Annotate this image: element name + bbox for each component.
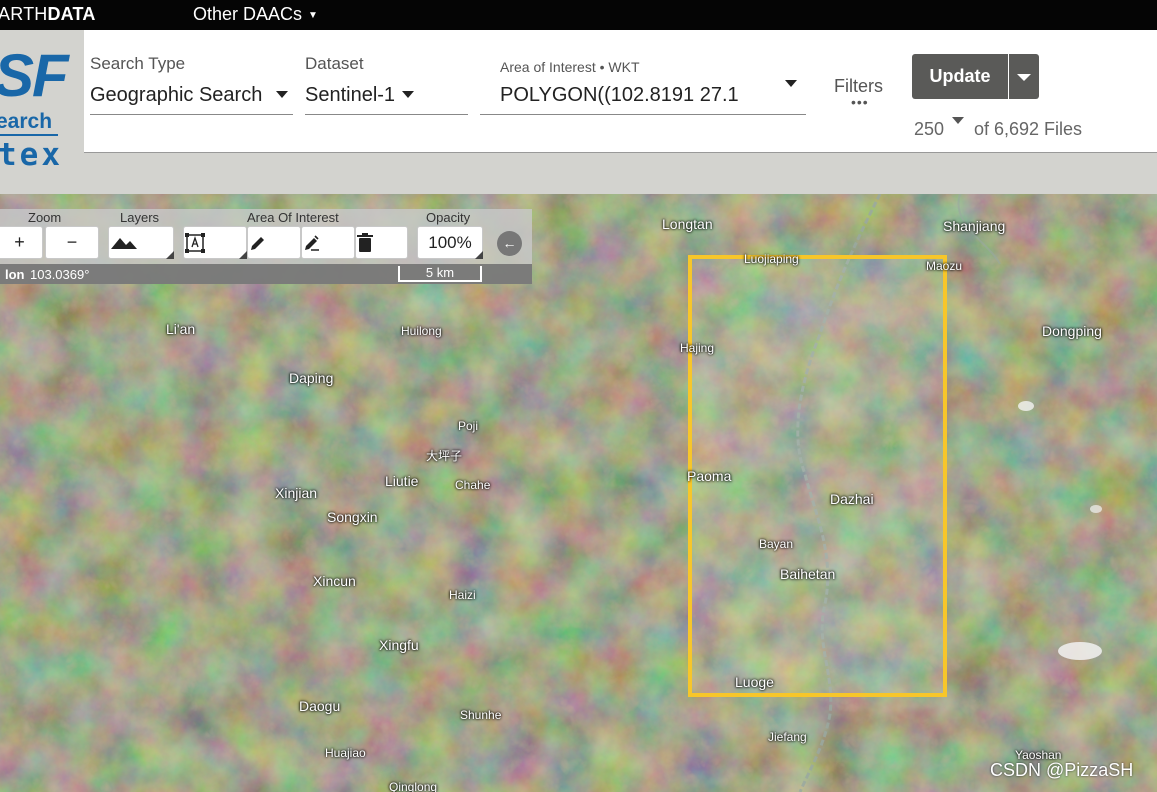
map-place-label: Liutie [385,473,419,489]
area-of-interest-label: Area Of Interest [247,210,339,225]
max-results-select[interactable]: 250 [914,119,944,140]
map-place-label: Qinglong [389,780,438,792]
search-type-label: Search Type [90,54,186,73]
map-place-label: Daping [289,370,334,386]
dropdown-corner-icon [239,251,247,259]
map-place-label: Bayan [759,537,794,551]
aoi-caret-icon[interactable] [785,80,797,87]
map-place-label: Longtan [662,216,713,232]
layers-label: Layers [120,210,160,225]
map-place-label: Li'an [166,321,196,337]
opacity-value: 100% [428,233,472,252]
coordinate-bar: lon 103.0369° 5 km [0,264,532,284]
watermark: CSDN @PizzaSH [990,760,1134,780]
pencil-edit-icon [305,235,319,251]
search-type-caret-icon[interactable] [276,91,288,98]
map-place-label: Dongping [1042,323,1102,339]
map-place-label: Xincun [313,573,356,589]
max-results-caret-icon[interactable] [952,117,964,124]
zoom-in-button[interactable]: + [0,226,43,259]
update-button[interactable]: Update [912,54,1008,99]
dropdown-corner-icon [166,251,174,259]
other-daacs-label: Other DAACs [193,4,303,24]
aoi-wkt-label: Area of Interest • WKT [500,59,640,75]
map-place-label: Huilong [401,324,442,338]
mountains-icon [111,238,137,249]
map-place-label: Baihetan [780,566,836,582]
scale-bar: 5 km [398,266,482,282]
update-dropdown-button[interactable] [1009,54,1039,99]
map-controls: Zoom + − Layers Area Of Interest Opacity… [0,209,532,284]
layers-button[interactable] [108,226,174,259]
aoi-underline [480,114,806,115]
import-aoi-button[interactable] [301,226,355,259]
map-place-label: Huajiao [325,746,366,760]
earthdata-logo[interactable]: ARTHDATA [0,4,96,25]
map-place-label: Luoge [735,674,774,690]
map-place-label: Luojiaping [744,252,799,266]
map-place-label: Maozu [926,259,963,273]
map-place-label: Poji [458,419,479,433]
map-place-label: Dazhai [830,491,874,507]
map-place-label: Shunhe [460,708,502,722]
arrow-left-icon: ← [502,235,517,251]
lon-value: 103.0369° [30,267,90,282]
opacity-button[interactable]: 100% [417,226,483,259]
search-type-underline [90,114,293,115]
more-dots-icon[interactable]: ••• [851,94,869,110]
logo-underline [0,134,58,136]
map-place-label: Haizi [449,588,476,602]
map-place-label: Xingfu [379,637,419,653]
logo-sf-text: SF [0,42,69,109]
vertex-logo[interactable]: SF earch tex [0,30,84,194]
minus-icon: − [66,232,78,252]
earthdata-topbar: ARTHDATA Other DAACs ▼ [0,0,1157,30]
clear-aoi-button[interactable] [355,226,408,259]
bounding-box-icon [185,233,205,253]
opacity-label: Opacity [426,210,471,225]
logo-search-text: earch [0,110,53,133]
map-place-label: Daogu [299,698,341,714]
zoom-label: Zoom [28,210,62,225]
logo-tex-text: tex [0,137,63,173]
draw-box-button[interactable] [183,226,247,259]
earthdata-logo-light: ARTH [0,4,48,24]
search-type-value[interactable]: Geographic Search [90,84,262,107]
collapse-controls-button[interactable]: ← [497,231,522,256]
map-place-label: Paoma [687,468,732,484]
earthdata-logo-bold: DATA [47,4,96,24]
dataset-label: Dataset [305,54,364,73]
caret-down-icon: ▼ [308,10,318,21]
scale-label: 5 km [425,265,455,280]
trash-icon [357,233,373,252]
map-view[interactable]: Longtan Shanjiang Luojiaping Maozu Li'an… [0,194,1157,792]
header: SF earch tex Search Type Geographic Sear… [0,30,1157,194]
caret-down-icon [1017,74,1031,81]
map-place-label: Songxin [327,509,378,525]
map-place-label: Chahe [455,478,491,492]
plus-icon: + [14,232,25,252]
lon-label: lon [5,267,25,282]
dropdown-corner-icon [475,251,483,259]
pencil-icon [251,237,264,250]
edit-aoi-button[interactable] [247,226,301,259]
map-place-label: Xinjian [275,485,318,501]
map-place-label: Shanjiang [943,218,1006,234]
zoom-out-button[interactable]: − [45,226,99,259]
map-place-label: Hajing [680,341,715,355]
aoi-wkt-input[interactable]: POLYGON((102.8191 27.1 [500,84,739,107]
other-daacs-menu[interactable]: Other DAACs ▼ [193,4,318,25]
dataset-caret-icon[interactable] [402,91,414,98]
dataset-value[interactable]: Sentinel-1 [305,84,395,107]
map-place-label: Jiefang [768,730,807,744]
map-place-label: 大坪子 [426,449,463,463]
dataset-underline [305,114,468,115]
files-count: of 6,692 Files [974,119,1083,139]
